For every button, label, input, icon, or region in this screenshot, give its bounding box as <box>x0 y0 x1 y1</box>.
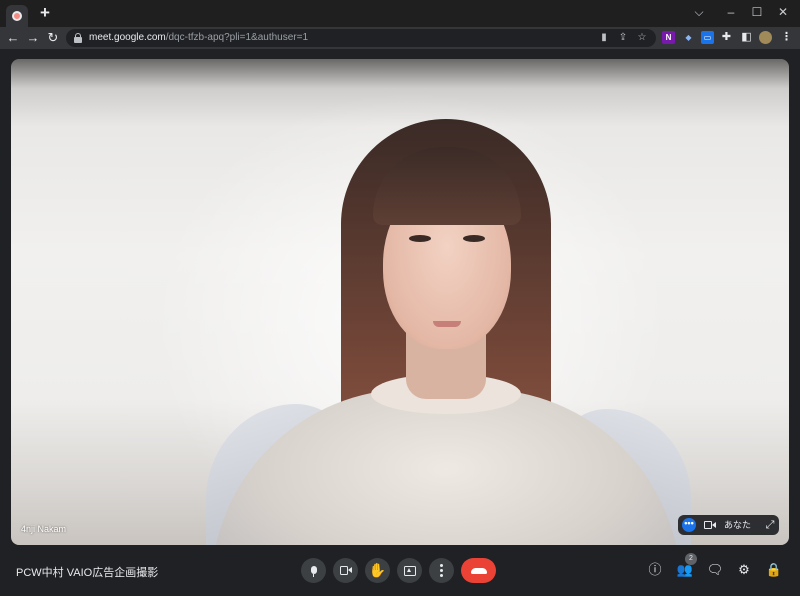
maximize-icon[interactable]: ☐ <box>746 2 768 22</box>
tab-google-meet[interactable] <box>6 5 28 27</box>
lock-icon <box>74 33 82 43</box>
back-icon[interactable]: ← <box>4 28 22 48</box>
forward-icon[interactable]: → <box>24 28 42 48</box>
camera-in-use-icon[interactable]: ▮ <box>598 32 610 44</box>
side-panel-icon[interactable]: ◧ <box>740 31 753 44</box>
extension-diamond-icon[interactable]: ◆ <box>682 31 695 44</box>
microphone-icon <box>310 565 317 577</box>
recording-icon <box>12 11 22 21</box>
person-mouth <box>433 321 461 327</box>
camera-icon <box>339 566 352 575</box>
share-icon[interactable]: ⇪ <box>617 32 629 44</box>
extensions-puzzle-icon[interactable]: ✚ <box>720 31 733 44</box>
onenote-extension-icon[interactable]: N <box>662 31 675 44</box>
people-icon[interactable]: 👥 <box>676 561 694 579</box>
person-eye-left <box>409 235 431 242</box>
person-eye-right <box>463 235 485 242</box>
microphone-button[interactable] <box>301 558 326 583</box>
expand-icon[interactable]: ⤢ <box>764 518 776 532</box>
bookmark-star-icon[interactable]: ☆ <box>636 32 648 44</box>
self-camera-icon[interactable] <box>704 520 716 530</box>
url-text[interactable]: meet.google.com/dqc-tfzb-apq?pli=1&authu… <box>89 31 308 45</box>
more-options-icon[interactable]: ••• <box>682 518 696 532</box>
close-icon[interactable]: ✕ <box>772 2 794 22</box>
reload-icon[interactable]: ↻ <box>44 28 62 48</box>
hand-icon: ✋ <box>368 562 387 578</box>
tab-strip: + ⌵ – ☐ ✕ <box>0 0 800 27</box>
profile-avatar[interactable] <box>759 31 772 44</box>
more-options-button[interactable] <box>429 558 454 583</box>
camera-button[interactable] <box>333 558 358 583</box>
new-tab-button[interactable]: + <box>36 4 54 22</box>
browser-window: + ⌵ – ☐ ✕ ← → ↻ meet.google.com/dqc-tfzb… <box>0 0 800 596</box>
browser-menu-icon[interactable]: ⋮ <box>780 31 793 44</box>
leave-call-button[interactable] <box>461 558 496 583</box>
participant-name: 4nji Nakam <box>21 524 67 534</box>
activities-icon[interactable]: ⚙ <box>735 561 753 579</box>
address-bar[interactable]: meet.google.com/dqc-tfzb-apq?pli=1&authu… <box>66 29 656 47</box>
browser-toolbar: ← → ↻ meet.google.com/dqc-tfzb-apq?pli=1… <box>0 27 800 49</box>
present-screen-icon <box>403 565 416 576</box>
raise-hand-button[interactable]: ✋ <box>365 558 390 583</box>
host-controls-icon[interactable]: 🔒 <box>765 561 783 579</box>
chat-icon[interactable]: 🗨 <box>706 561 724 579</box>
minimize-icon[interactable]: – <box>720 2 742 22</box>
participant-video[interactable]: 4nji Nakam ••• あなた ⤢ <box>11 59 789 545</box>
meeting-controls-bar: PCW中村 VAIO広告企画撮影 ✋ ⓘ 2 👥 🗨 ⚙ 🔒 <box>0 546 800 596</box>
present-button[interactable] <box>397 558 422 583</box>
more-vert-icon <box>440 564 443 577</box>
tab-search-icon[interactable]: ⌵ <box>688 2 710 22</box>
meeting-info-icon[interactable]: ⓘ <box>646 561 664 579</box>
hangup-icon <box>470 567 487 574</box>
self-view-pill[interactable]: ••• あなた ⤢ <box>678 515 779 535</box>
self-label: あなた <box>724 520 752 530</box>
extension-screen-icon[interactable]: ▭ <box>701 31 714 44</box>
meeting-title: PCW中村 VAIO広告企画撮影 <box>16 567 159 579</box>
